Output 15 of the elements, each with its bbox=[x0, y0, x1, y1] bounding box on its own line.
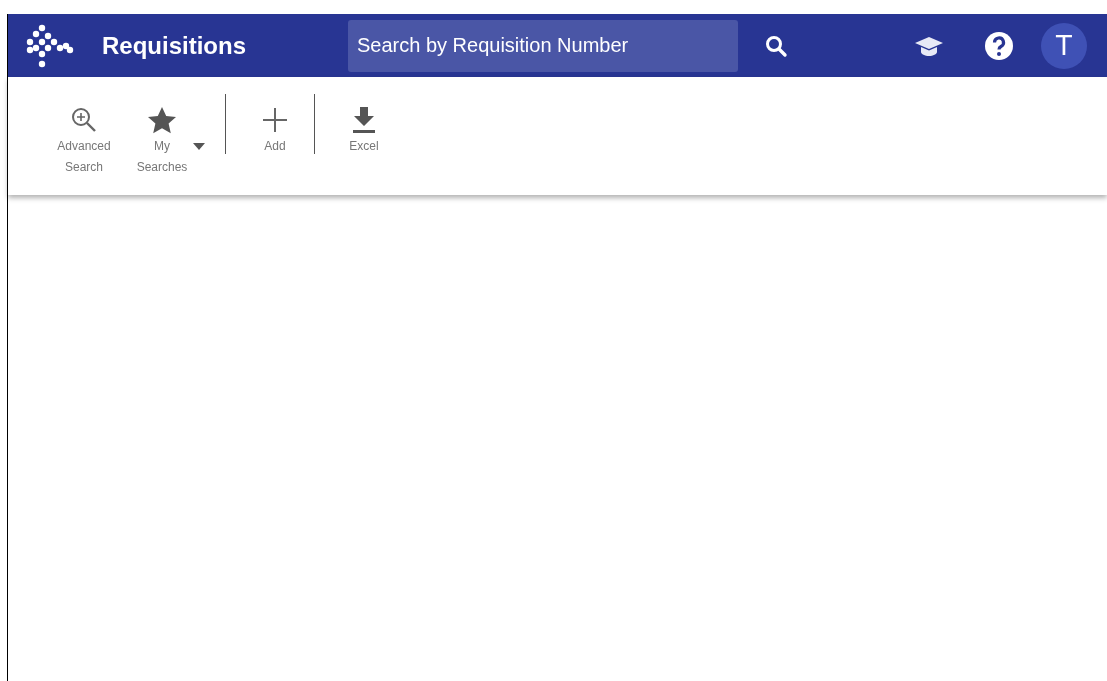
toolbar-button[interactable]: Add bbox=[236, 104, 314, 157]
toolbar-button[interactable]: My Searches bbox=[123, 104, 201, 178]
download-icon bbox=[352, 106, 376, 134]
plus-icon bbox=[262, 107, 288, 133]
zoom-in-icon bbox=[70, 106, 98, 134]
help-icon[interactable] bbox=[984, 30, 1014, 61]
user-avatar[interactable]: T bbox=[1041, 22, 1087, 69]
star-icon bbox=[147, 106, 177, 134]
graduation-cap-icon[interactable] bbox=[914, 34, 944, 57]
search-icon[interactable] bbox=[764, 33, 788, 58]
toolbar-button[interactable]: Advanced Search bbox=[45, 104, 123, 178]
app-title: Requisitions bbox=[102, 31, 247, 60]
caret-icon[interactable] bbox=[193, 143, 205, 150]
toolbar-button[interactable]: Excel bbox=[325, 104, 403, 157]
search-field[interactable]: Search by Requisition Number bbox=[348, 19, 738, 72]
